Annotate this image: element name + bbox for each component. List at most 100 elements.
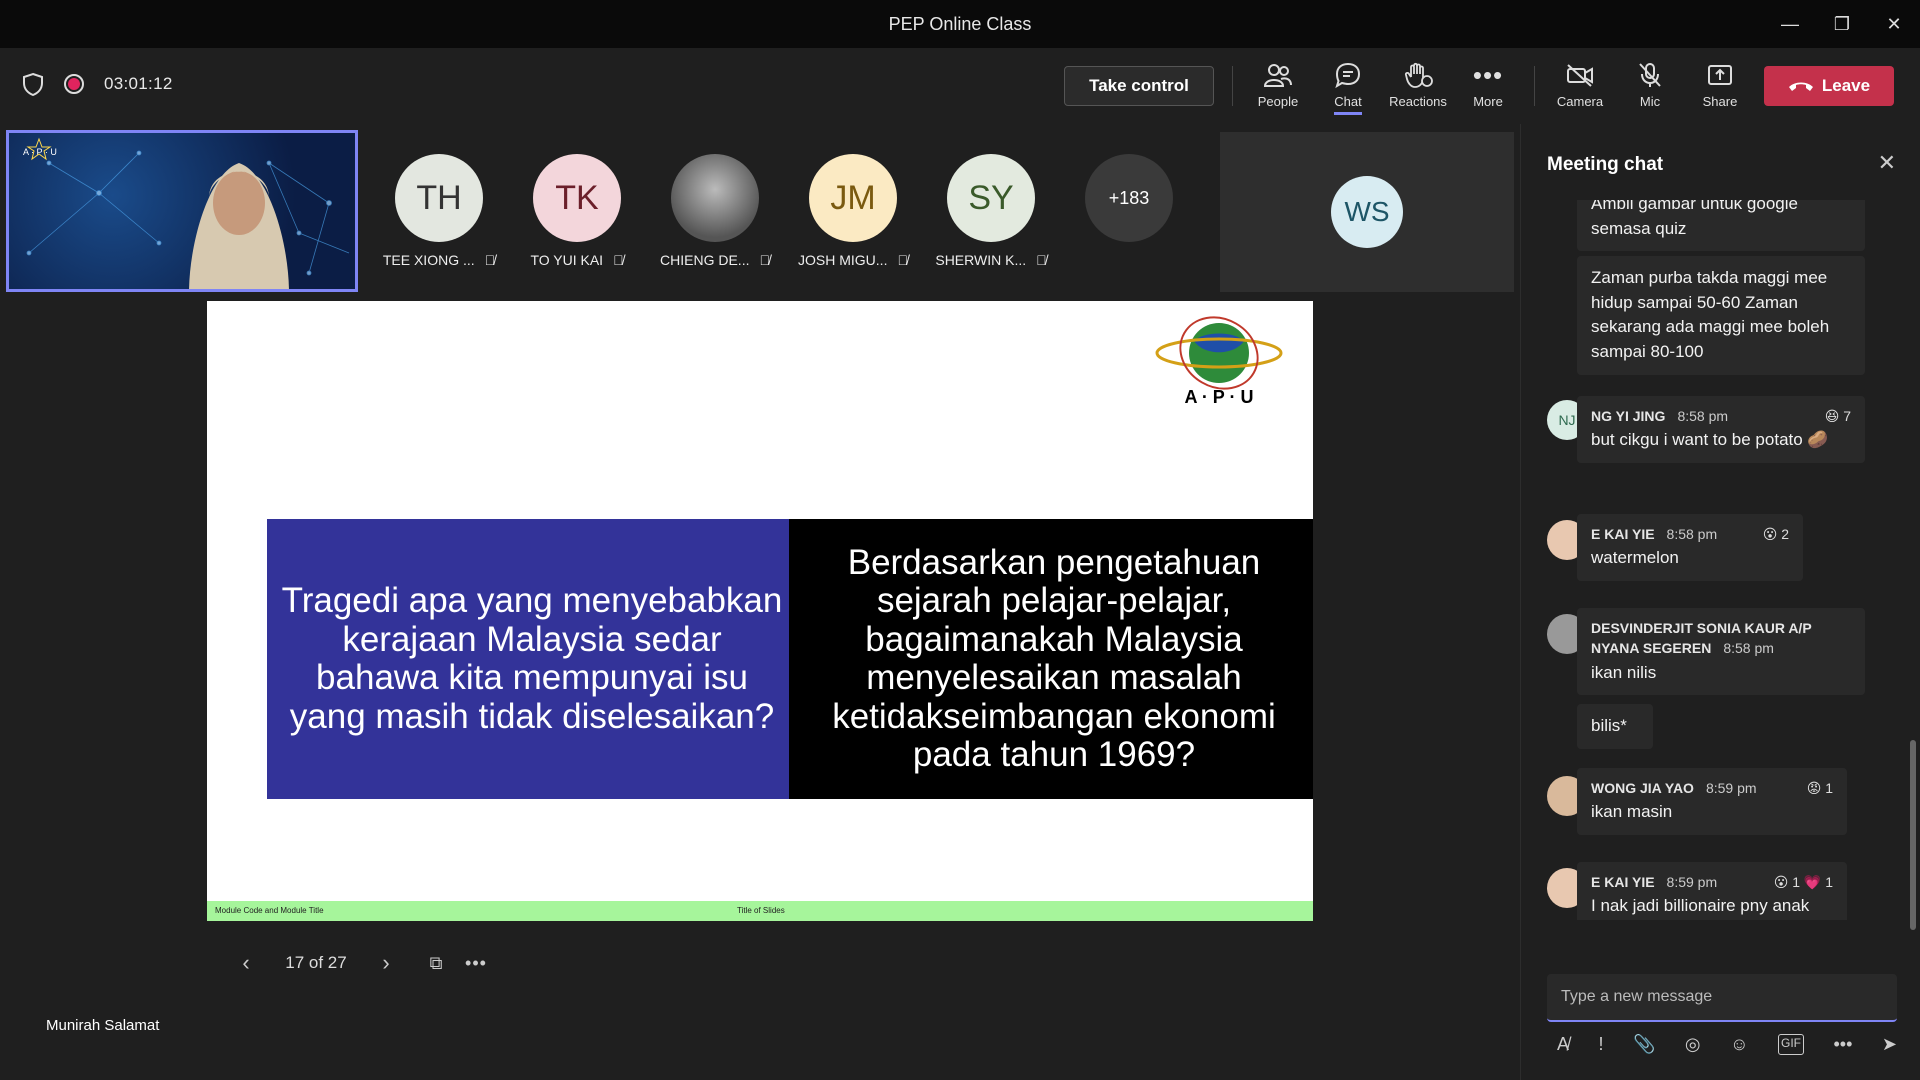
message-time: 8:59 pm [1666,874,1718,890]
message-text: Zaman purba takda maggi mee hidup sampai… [1591,268,1830,361]
minimize-icon[interactable]: — [1764,0,1816,48]
slide-more-icon[interactable]: ••• [456,953,496,974]
participant-tile[interactable]: TH TEE XIONG ... 🎙̸ [370,154,508,268]
chat-button[interactable]: Chat [1316,60,1380,116]
reactions-button[interactable]: Reactions [1386,60,1450,116]
mic-off-icon [1639,63,1661,87]
chat-message: DESVINDERJIT SONIA KAUR A/P NYANA SEGERE… [1577,608,1865,696]
gif-icon[interactable]: GIF [1777,1034,1804,1055]
more-options-icon[interactable]: ••• [1833,1034,1852,1055]
slide-page-counter: 17 of 27 [285,953,347,972]
share-icon [1708,65,1732,85]
presenter-figure [189,163,289,289]
presenter-name: Munirah Salamat [46,1017,160,1034]
participant-tile[interactable]: SY SHERWIN K... 🎙̸ [922,154,1060,268]
share-button[interactable]: Share [1688,60,1752,116]
share-label: Share [1702,94,1738,109]
slide-footer-left: Module Code and Module Title [215,906,324,915]
mic-muted-icon: 🎙̸ [484,252,496,268]
people-button[interactable]: People [1246,60,1310,116]
message-time: 8:58 pm [1677,408,1729,424]
message-text: ikan masin [1591,802,1673,822]
chat-message: NG YI JING 8:58 pm 😆 7 but cikgu i want t… [1577,396,1865,463]
slide-footer-center: Title of Slides [737,906,785,915]
chat-compose-box[interactable] [1547,974,1897,1022]
camera-off-icon [1567,64,1593,87]
shield-icon [23,72,43,96]
reactions-label: Reactions [1389,94,1447,109]
presenter-video[interactable]: A · P · U [6,130,358,292]
slide-question-1: Tragedi apa yang menyebabkan kerajaan Ma… [267,519,797,799]
more-participants-tile[interactable]: +183 [1060,154,1198,268]
slide-navigation: ‹ 17 of 27 › ⧉ ••• [226,950,496,976]
camera-button[interactable]: Camera [1548,60,1612,116]
participant-roster: TH TEE XIONG ... 🎙̸ TK TO YUI KAI 🎙̸ CHIEN… [370,154,1198,268]
attach-icon[interactable]: 📎 [1633,1034,1655,1055]
slide-question-2: Berdasarkan pengetahuan sejarah pelajar-… [789,519,1313,799]
meeting-chat-panel: Meeting chat ✕ Ambil gambar untuk google… [1520,124,1920,1080]
send-icon[interactable]: ➤ [1882,1034,1897,1055]
participant-avatar: JM [809,154,897,242]
slide-grid-icon[interactable]: ⧉ [416,953,456,974]
format-icon[interactable]: A̸ [1557,1034,1569,1055]
message-reaction[interactable]: 😮 2 [1763,524,1789,544]
participant-name: CHIENG DE... [660,252,750,268]
priority-icon[interactable]: ! [1599,1034,1604,1055]
chat-message-input[interactable] [1561,988,1883,1006]
spotlight-participant[interactable]: WS [1220,132,1514,292]
participant-tile[interactable]: CHIENG DE... 🎙̸ [646,154,784,268]
message-reaction[interactable]: 😮 1 💗 1 [1774,872,1833,892]
mic-label: Mic [1639,94,1661,109]
message-sender: DESVINDERJIT SONIA KAUR A/P NYANA SEGERE… [1591,620,1812,657]
participant-name: SHERWIN K... [935,252,1027,268]
participant-avatar: TK [533,154,621,242]
svg-text:A · P · U: A · P · U [23,147,57,157]
message-reaction[interactable]: 😡 1 [1807,778,1833,798]
close-chat-icon[interactable]: ✕ [1878,150,1896,176]
message-text: I nak jadi billionaire pny anak [1591,896,1810,916]
leave-label: Leave [1821,76,1871,95]
more-icon: ••• [1472,59,1504,90]
shared-slide: A · P · U Tragedi apa yang menyebabkan k… [207,301,1313,921]
loop-icon[interactable]: ◎ [1685,1034,1701,1055]
mic-button[interactable]: Mic [1618,60,1682,116]
participant-name: TO YUI KAI [530,252,604,268]
camera-label: Camera [1556,94,1604,109]
take-control-button[interactable]: Take control [1064,66,1214,106]
chat-message: E KAI YIE 8:59 pm 😮 1 💗 1 I nak jadi bill… [1577,862,1847,920]
next-slide-icon[interactable]: › [366,950,406,976]
message-text: bilis* [1591,716,1627,735]
meeting-stage: A · P · U TH TEE XIONG ... 🎙̸ TK TO YUI K… [0,124,1520,1080]
restore-icon[interactable]: ❐ [1816,0,1868,48]
leave-button[interactable]: Leave [1764,66,1894,106]
chat-scrollbar[interactable] [1910,740,1916,930]
mic-muted-icon: 🎙̸ [1036,252,1047,268]
message-time: 8:59 pm [1705,780,1757,796]
compose-toolbar: A̸ ! 📎 ◎ ☺ GIF ••• ➤ [1557,1034,1897,1055]
more-button[interactable]: ••• More [1456,60,1520,116]
meeting-toolbar: 03:01:12 Take control People Chat Reacti… [0,48,1920,124]
previous-slide-icon[interactable]: ‹ [226,950,266,976]
message-sender: E KAI YIE [1591,874,1655,890]
participant-avatar: WS [1331,176,1403,248]
message-text: Ambil gambar untuk google semasa quiz [1591,200,1798,238]
people-icon [1263,64,1292,87]
meeting-status: 03:01:12 [22,72,173,96]
chat-message-list[interactable]: Ambil gambar untuk google semasa quiz Za… [1521,200,1920,920]
logo-text: A · P · U [1184,387,1253,407]
emoji-icon[interactable]: ☺ [1730,1034,1748,1055]
message-text: watermelon [1591,548,1679,568]
message-sender: WONG JIA YAO [1591,780,1694,796]
meeting-timer: 03:01:12 [104,74,173,93]
participant-tile[interactable]: TK TO YUI KAI 🎙̸ [508,154,646,268]
message-sender: E KAI YIE [1591,526,1655,542]
close-window-icon[interactable]: ✕ [1868,0,1920,48]
message-reaction[interactable]: 😆 7 [1825,406,1851,426]
chat-message: E KAI YIE 8:58 pm 😮 2 watermelon [1577,514,1803,581]
participant-avatar: TH [395,154,483,242]
participant-tile[interactable]: JM JOSH MIGU... 🎙̸ [784,154,922,268]
participant-avatar-photo [671,154,759,242]
chat-message: WONG JIA YAO 8:59 pm 😡 1 ikan masin [1577,768,1847,835]
toolbar-divider [1232,66,1233,106]
participant-avatar: SY [947,154,1035,242]
